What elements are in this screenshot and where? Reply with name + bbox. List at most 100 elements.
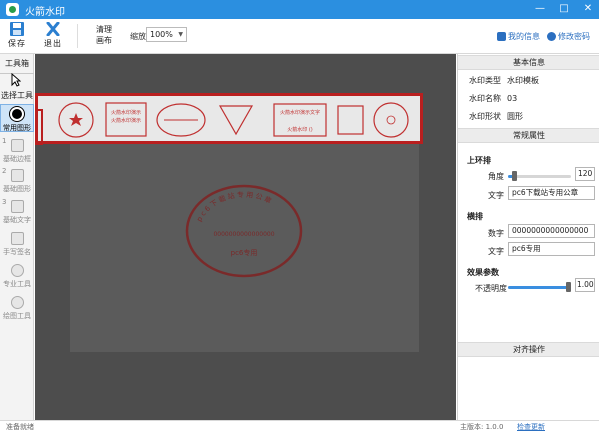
tool-label: 手写签名 — [3, 248, 31, 256]
palette-icon — [10, 264, 24, 277]
check-update-link[interactable]: 检查更新 — [517, 422, 545, 432]
align-header: 对齐操作 — [458, 342, 599, 357]
opacity-slider[interactable] — [508, 282, 571, 292]
canvas-area[interactable]: pc6下载站专用公章 0000000000000000 pc6专用 火箭水印演示… — [35, 54, 456, 420]
tool-basic-text[interactable]: 3 基础文字 — [0, 198, 34, 225]
clear-canvas-button[interactable]: 清理 画布 — [94, 24, 114, 46]
effect-label: 效果参数 — [467, 268, 499, 277]
close-icon[interactable]: ✕ — [581, 2, 595, 16]
upper-text-label: 文字 — [488, 191, 504, 200]
number-label: 数字 — [488, 229, 504, 238]
zoom-label: 缩放 — [130, 32, 146, 41]
stamp-template-round[interactable] — [373, 102, 409, 138]
stamp-top-text: pc6下载站专用公章 — [195, 190, 275, 223]
select-tool-label[interactable]: 选择工具 — [1, 90, 33, 101]
upper-text-input[interactable]: pc6下载站专用公章 — [508, 186, 595, 200]
tool-label: 绘图工具 — [3, 312, 31, 320]
stamp-preview[interactable]: pc6下载站专用公章 0000000000000000 pc6专用 — [184, 183, 304, 279]
opacity-label: 不透明度 — [475, 284, 507, 293]
exit-label: 退出 — [44, 39, 62, 48]
watermark-name-row: 水印名称 03 — [469, 93, 517, 104]
stamp-template-round-star[interactable] — [58, 102, 94, 138]
angle-label: 角度 — [488, 172, 504, 181]
maximize-icon[interactable]: □ — [557, 2, 571, 16]
stamp-bottom-text: pc6专用 — [231, 248, 258, 257]
image-icon — [10, 169, 24, 182]
stamp-template-ellipse[interactable] — [156, 103, 206, 137]
opacity-slider-thumb[interactable] — [566, 282, 571, 292]
change-password-link[interactable]: 修改密码 — [547, 31, 590, 42]
watermark-shape-row: 水印形状 圆形 — [469, 111, 523, 122]
status-text: 准备就绪 — [6, 423, 34, 431]
tool-label: 基础边框 — [3, 155, 31, 163]
star-icon — [69, 113, 83, 126]
stamp-template-list[interactable]: 火箭水印演示 火箭水印演示 火箭水印演示文字 火箭水印 () — [56, 100, 416, 140]
horizontal-text-input[interactable]: pc6专用 — [508, 242, 595, 256]
tool-basic-shape[interactable]: 2 基础图形 — [0, 167, 34, 194]
properties-panel: 基本信息 水印类型 水印模板 水印名称 03 水印形状 圆形 常规属性 上环排 角度 … — [457, 54, 599, 420]
basic-info-header: 基本信息 — [458, 55, 599, 70]
my-info-link[interactable]: 我的信息 — [497, 31, 540, 42]
tool-label: 专业工具 — [3, 280, 31, 288]
clear-label-line1: 清理 — [96, 25, 112, 34]
tool-handwritten-signature[interactable]: 手写签名 — [0, 232, 34, 257]
status-bar: 准备就绪 主版本: 1.0.0 检查更新 — [0, 420, 599, 432]
app-logo-icon — [6, 3, 19, 16]
stamp-template-rect-2[interactable]: 火箭水印演示文字 火箭水印 () — [273, 103, 327, 137]
tool-number: 3 — [2, 198, 7, 206]
stamp-template-rect-3[interactable] — [337, 105, 364, 135]
stamp-template-rect-1[interactable]: 火箭水印演示 火箭水印演示 — [105, 102, 147, 137]
watermark-type-label: 水印类型 — [469, 76, 501, 85]
horizontal-text-label: 文字 — [488, 247, 504, 256]
stamp-template-strip[interactable]: 火箭水印演示 火箭水印演示 火箭水印演示文字 火箭水印 () — [35, 93, 423, 144]
title-bar: 火箭水印 — □ ✕ — [0, 0, 599, 19]
palette-icon — [10, 296, 24, 309]
opacity-slider-fill — [508, 286, 571, 289]
zoom-value: 100% — [150, 30, 173, 39]
strip-left-marker — [35, 109, 43, 145]
tool-common-shapes[interactable]: 常用图形 — [0, 104, 34, 132]
watermark-shape-label: 水印形状 — [469, 112, 501, 121]
number-input[interactable]: 0000000000000000 — [508, 224, 595, 238]
zoom-select[interactable]: 100% ▼ — [146, 27, 187, 42]
stamp-middle-text: 0000000000000000 — [213, 231, 274, 238]
stamp-template-text: 火箭水印演示 — [111, 109, 141, 116]
border-icon — [10, 139, 24, 152]
clear-label-line2: 画布 — [96, 36, 112, 45]
watermark-name-label: 水印名称 — [469, 94, 501, 103]
cursor-arrow-icon[interactable] — [11, 73, 21, 87]
watermark-name-value: 03 — [507, 94, 518, 103]
circle-shape-icon — [10, 107, 24, 121]
user-card-icon — [497, 32, 506, 41]
toolbox-panel: 工具箱 选择工具 常用图形 1 基础边框 2 基础图形 3 基础文字 手写签名 … — [0, 54, 34, 420]
tool-number: 1 — [2, 137, 7, 145]
floppy-disk-icon — [10, 22, 24, 36]
pen-icon — [10, 200, 24, 213]
general-props-header: 常规属性 — [458, 128, 599, 143]
angle-input[interactable]: 120 — [575, 167, 595, 181]
tool-drawing[interactable]: 绘图工具 — [0, 296, 34, 321]
watermark-type-row: 水印类型 水印模板 — [469, 75, 539, 86]
angle-slider[interactable] — [508, 171, 571, 181]
app-title: 火箭水印 — [25, 7, 65, 18]
toolbar: 保存 退出 清理 画布 缩放 100% ▼ 我的信息 修改密码 — [0, 19, 599, 54]
stamp-template-text: 火箭水印演示 — [111, 117, 141, 124]
stamp-template-triangle[interactable] — [218, 105, 254, 136]
tool-label: 常用图形 — [3, 124, 31, 132]
tool-professional[interactable]: 专业工具 — [0, 264, 34, 289]
horizontal-label: 横排 — [467, 212, 483, 221]
watermark-type-value: 水印模板 — [507, 76, 539, 85]
tool-label: 基础文字 — [3, 216, 31, 224]
tool-number: 2 — [2, 167, 7, 175]
toolbox-header: 工具箱 — [0, 58, 34, 74]
save-label: 保存 — [8, 39, 26, 48]
tool-basic-border[interactable]: 1 基础边框 — [0, 137, 34, 164]
close-x-icon — [46, 22, 60, 36]
exit-button[interactable]: 退出 — [42, 22, 64, 49]
minimize-icon[interactable]: — — [533, 2, 547, 16]
angle-slider-thumb[interactable] — [512, 171, 517, 181]
change-password-label: 修改密码 — [558, 32, 590, 41]
opacity-input[interactable]: 1.00 — [575, 278, 595, 292]
save-button[interactable]: 保存 — [6, 22, 28, 49]
chevron-down-icon: ▼ — [178, 31, 183, 38]
